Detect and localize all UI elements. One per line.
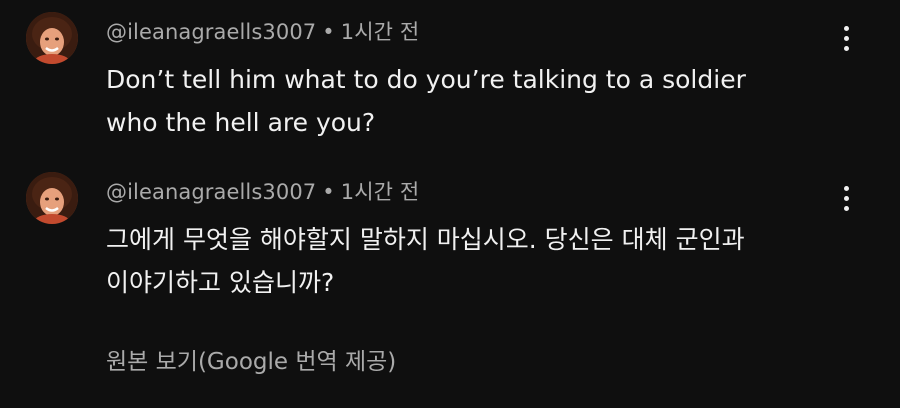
comment-text-line: Don’t tell him what to do you’re talking… [106, 65, 746, 94]
comment-timestamp[interactable]: 1시간 전 [341, 180, 420, 204]
author-name[interactable]: @ileanagraells3007 [106, 180, 316, 204]
user-avatar[interactable] [26, 172, 78, 224]
comment-meta: @ileanagraells3007 • 1시간 전 [106, 16, 419, 46]
meta-separator: • [322, 180, 335, 204]
comment-text: Don’t tell him what to do you’re talking… [106, 58, 846, 144]
comment-text: 그에게 무엇을 해야할지 말하지 마십시오. 당신은 대체 군인과 이야기하고 … [106, 218, 846, 304]
avatar-photo-icon [26, 172, 78, 224]
more-vert-icon[interactable] [833, 178, 861, 218]
comment-text-line: 그에게 무엇을 해야할지 말하지 마십시오. 당신은 대체 군인과 [106, 225, 745, 254]
avatar-photo-icon [26, 12, 78, 64]
comment-timestamp[interactable]: 1시간 전 [341, 20, 420, 44]
author-name[interactable]: @ileanagraells3007 [106, 20, 316, 44]
comment-meta: @ileanagraells3007 • 1시간 전 [106, 176, 419, 206]
comment-thread-item: @ileanagraells3007 • 1시간 전 Don’t tell him … [0, 0, 900, 160]
see-original-translation-link[interactable]: 원본 보기(Google 번역 제공) [106, 342, 396, 376]
comment-text-line: who the hell are you? [106, 108, 376, 137]
more-vert-icon[interactable] [833, 18, 861, 58]
meta-separator: • [322, 20, 335, 44]
user-avatar[interactable] [26, 12, 78, 64]
comment-thread-item: @ileanagraells3007 • 1시간 전 그에게 무엇을 해야할지 말하… [0, 160, 900, 408]
comment-text-line: 이야기하고 있습니까? [106, 268, 335, 297]
